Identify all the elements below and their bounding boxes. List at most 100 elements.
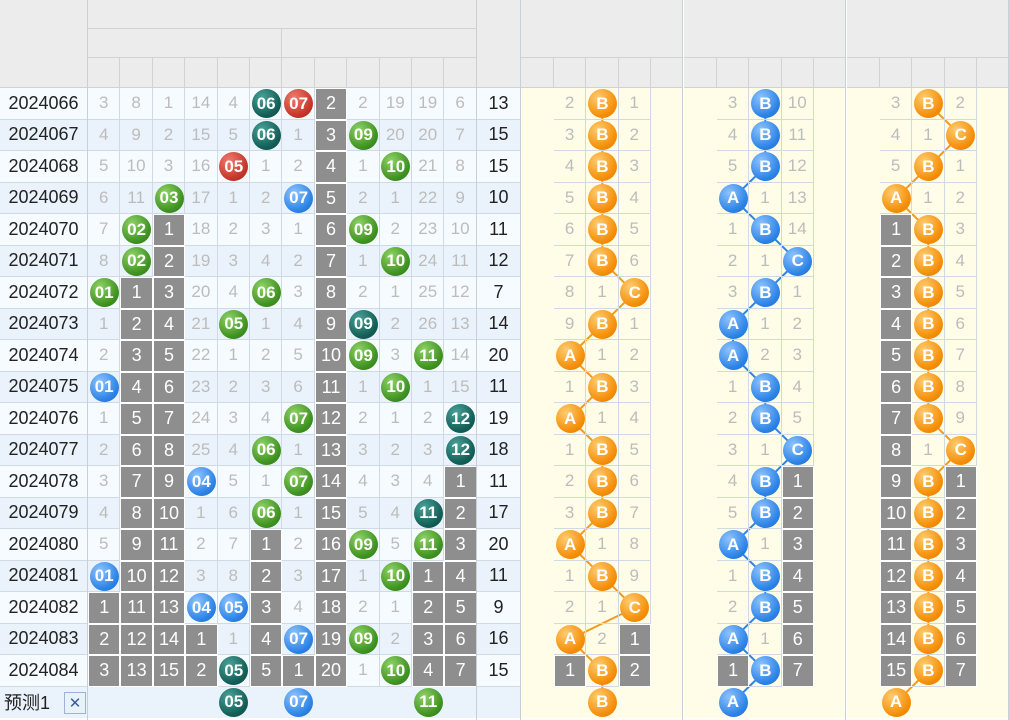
predict-ratio-ball[interactable]: A	[718, 687, 748, 717]
number-cell: 14	[152, 623, 186, 655]
ratio-cell: 6	[618, 245, 651, 277]
ratio-cell: 6	[944, 623, 977, 655]
predict-ball[interactable]: 07	[284, 687, 314, 717]
number-cell: 9	[152, 466, 186, 498]
number-cell: 5	[217, 119, 250, 151]
ratio-ball: C	[946, 435, 976, 465]
predict-ball[interactable]: 11	[413, 687, 443, 717]
predict-ratio-ball[interactable]: A	[881, 687, 911, 717]
ratio-cell: 3	[618, 371, 651, 403]
ratio-cell: 11	[880, 529, 913, 561]
ratio-ball: B	[587, 215, 617, 245]
number-cell: 9	[444, 182, 477, 214]
abc-header	[781, 58, 814, 88]
close-predict-button[interactable]: ✕	[64, 691, 86, 714]
number-cell: 1	[282, 214, 315, 246]
number-cell: 2	[379, 308, 412, 340]
number-cell: 1	[88, 308, 121, 340]
ratio-ball: B	[587, 561, 617, 591]
ratio-cell: 1	[749, 245, 782, 277]
number-cell: 24	[412, 245, 445, 277]
number-cell: 3	[88, 655, 121, 687]
ratio-cell: 2	[586, 623, 619, 655]
number-cell: 2	[379, 214, 412, 246]
ratio-cell: 7	[944, 340, 977, 372]
number-cell: 2	[282, 245, 315, 277]
ratio-cell: 14	[880, 623, 913, 655]
number-cell: 3	[152, 151, 186, 183]
period-cell: 2024067	[0, 119, 88, 151]
number-cell: 21	[185, 308, 218, 340]
period-cell: 2024074	[0, 340, 88, 372]
number-cell: 12	[152, 560, 186, 592]
period-cell: 2024082	[0, 592, 88, 624]
ratio-cell: 5	[944, 592, 977, 624]
ratio-cell: 1	[586, 403, 619, 435]
number-cell: 14	[185, 88, 218, 120]
ratio-cell: 3	[880, 88, 913, 120]
ratio-ball: B	[587, 656, 617, 686]
ratio-cell: 5	[781, 403, 814, 435]
abc-header	[880, 58, 913, 88]
period-header	[0, 0, 88, 88]
ratio-pad	[684, 58, 717, 88]
number-cell: 1	[412, 371, 445, 403]
ratio-cell: 8	[618, 529, 651, 561]
ratio-cell: 1	[912, 119, 945, 151]
ratio-cell: 1	[554, 434, 587, 466]
ratio-cell: 4	[554, 151, 587, 183]
ratio-ball: B	[750, 498, 780, 528]
number-cell: 4	[282, 308, 315, 340]
number-cell: 19	[379, 88, 412, 120]
number-cell: 1	[217, 340, 250, 372]
ratio-cell: 1	[717, 655, 750, 687]
ratio-cell: 3	[618, 151, 651, 183]
number-column-header	[120, 58, 153, 88]
number-ball: 06	[251, 120, 281, 150]
number-cell: 2	[217, 214, 250, 246]
ratio-ball: B	[587, 498, 617, 528]
sum-cell: 11	[477, 371, 521, 403]
ratio-cell: 8	[554, 277, 587, 309]
ratio-cell: 3	[781, 529, 814, 561]
number-cell: 2	[185, 529, 218, 561]
ratio-cell: 8	[880, 434, 913, 466]
number-cell: 2	[120, 308, 153, 340]
ratio-pad	[976, 58, 1009, 88]
ratio-ball: B	[587, 89, 617, 119]
number-cell: 2	[88, 434, 121, 466]
ratio-cell: 5	[717, 151, 750, 183]
ratio-ball: B	[750, 120, 780, 150]
number-cell: 2	[412, 403, 445, 435]
number-ball: 06	[251, 278, 281, 308]
predict-ratio-ball[interactable]: B	[587, 687, 617, 717]
number-cell: 2	[444, 497, 477, 529]
number-cell: 1	[152, 88, 186, 120]
predict-ball[interactable]: 05	[219, 687, 249, 717]
ratio-cell: 1	[554, 655, 587, 687]
number-cell: 7	[217, 529, 250, 561]
number-cell: 7	[444, 655, 477, 687]
sum-cell: 10	[477, 182, 521, 214]
number-cell: 7	[120, 466, 153, 498]
number-cell: 9	[314, 308, 348, 340]
number-cell: 1	[347, 151, 380, 183]
number-cell: 3	[412, 434, 445, 466]
ratio-cell: 6	[554, 214, 587, 246]
predict-label: 预测1	[4, 693, 51, 714]
number-cell: 5	[217, 466, 250, 498]
number-cell: 22	[185, 340, 218, 372]
sum-cell: 15	[477, 151, 521, 183]
number-ball: 12	[446, 435, 476, 465]
number-cell: 20	[412, 119, 445, 151]
period-cell: 2024070	[0, 214, 88, 246]
number-cell: 3	[250, 214, 283, 246]
period-cell: 2024077	[0, 434, 88, 466]
ratio-ball: B	[913, 498, 943, 528]
number-cell: 7	[88, 214, 121, 246]
number-ball: 06	[251, 498, 281, 528]
number-ball: 09	[348, 215, 378, 245]
number-cell: 15	[152, 655, 186, 687]
ratio-pad	[650, 58, 683, 88]
number-cell: 8	[217, 560, 250, 592]
